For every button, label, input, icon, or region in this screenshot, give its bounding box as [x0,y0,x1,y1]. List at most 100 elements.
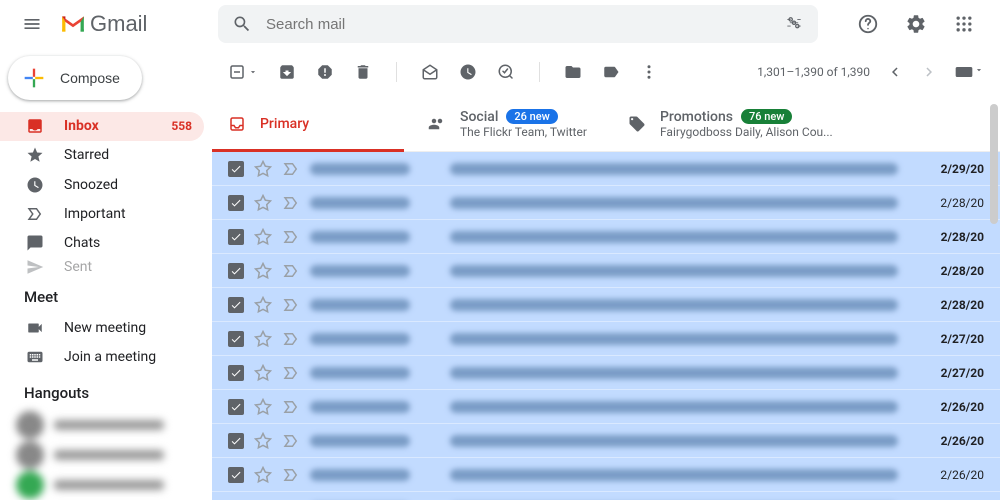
search-options-icon[interactable] [778,8,810,40]
keyboard-icon [954,65,974,79]
main-menu-button[interactable] [8,0,56,48]
nav-sent[interactable]: Sent [0,258,204,276]
important-button[interactable] [282,262,300,280]
hangout-contact[interactable] [16,410,196,440]
tab-label: Social [460,109,498,125]
star-button[interactable] [254,466,272,484]
subject [450,265,898,277]
nav-snoozed[interactable]: Snoozed [0,170,204,199]
star-button[interactable] [254,194,272,212]
new-meeting[interactable]: New meeting [0,314,204,343]
nav-chats[interactable]: Chats [0,228,204,257]
sender [310,469,410,481]
row-checkbox[interactable] [228,467,244,483]
apps-button[interactable] [944,4,984,44]
row-checkbox[interactable] [228,195,244,211]
important-button[interactable] [282,330,300,348]
important-button[interactable] [282,228,300,246]
email-row[interactable]: 2/29/20 [212,152,1000,186]
row-checkbox[interactable] [228,297,244,313]
hangout-contact[interactable] [16,470,196,500]
star-outline-icon [254,262,272,280]
nav-important[interactable]: Important [0,199,204,228]
mark-read-button[interactable] [421,63,439,81]
spam-icon [316,63,334,81]
row-checkbox[interactable] [228,263,244,279]
email-row[interactable]: 2/28/20 [212,254,1000,288]
important-button[interactable] [282,160,300,178]
important-button[interactable] [282,296,300,314]
star-outline-icon [254,364,272,382]
move-button[interactable] [564,63,582,81]
important-button[interactable] [282,432,300,450]
email-list[interactable]: 2/29/20 2/28/20 2/28/20 2/28/20 2/28/20 … [212,152,1000,500]
scrollbar[interactable] [988,48,1000,500]
row-checkbox[interactable] [228,161,244,177]
delete-button[interactable] [354,63,372,81]
star-button[interactable] [254,364,272,382]
row-checkbox[interactable] [228,365,244,381]
prev-page-button[interactable] [886,63,904,81]
input-tools-button[interactable] [954,65,984,79]
search-icon[interactable] [226,8,258,40]
logo[interactable]: Gmail [56,11,208,37]
nav-label: Chats [64,235,192,251]
star-button[interactable] [254,160,272,178]
search-bar[interactable] [218,5,818,43]
email-row[interactable]: 2/26/20 [212,458,1000,492]
email-row[interactable]: 2/28/20 [212,288,1000,322]
search-input[interactable] [258,16,778,33]
email-row[interactable]: 2/27/20 [212,322,1000,356]
email-row[interactable]: 2/26/20 [212,390,1000,424]
star-outline-icon [254,228,272,246]
more-button[interactable] [640,63,658,81]
email-row[interactable]: 2/26/20 [212,492,1000,500]
join-meeting[interactable]: Join a meeting [0,343,204,372]
settings-button[interactable] [896,4,936,44]
select-all[interactable] [228,63,258,81]
row-checkbox[interactable] [228,433,244,449]
nav-inbox[interactable]: Inbox 558 [0,112,204,141]
star-button[interactable] [254,262,272,280]
tab-promotions[interactable]: Promotions 76 new Fairygodboss Daily, Al… [612,96,849,151]
important-button[interactable] [282,398,300,416]
labels-button[interactable] [602,63,620,81]
spam-button[interactable] [316,63,334,81]
star-button[interactable] [254,432,272,450]
tab-primary[interactable]: Primary [212,96,412,151]
archive-button[interactable] [278,63,296,81]
star-button[interactable] [254,398,272,416]
inbox-icon [228,115,246,133]
sidebar: Compose Inbox 558 Starred Snoozed Import… [0,48,212,500]
row-checkbox[interactable] [228,229,244,245]
star-button[interactable] [254,296,272,314]
email-date: 2/29/20 [928,162,984,176]
important-button[interactable] [282,466,300,484]
add-task-button[interactable] [497,63,515,81]
compose-button[interactable]: Compose [8,56,142,100]
subject [450,299,898,311]
row-checkbox[interactable] [228,399,244,415]
important-outline-icon [282,194,300,212]
sender [310,163,410,175]
snooze-button[interactable] [459,63,477,81]
email-row[interactable]: 2/28/20 [212,186,1000,220]
scrollbar-thumb[interactable] [990,104,998,224]
star-button[interactable] [254,228,272,246]
email-row[interactable]: 2/27/20 [212,356,1000,390]
email-row[interactable]: 2/26/20 [212,424,1000,458]
nav-label: Join a meeting [64,349,192,365]
row-checkbox[interactable] [228,331,244,347]
important-button[interactable] [282,194,300,212]
next-page-button[interactable] [920,63,938,81]
email-row[interactable]: 2/28/20 [212,220,1000,254]
tab-social[interactable]: Social 26 new The Flickr Team, Twitter [412,96,612,151]
important-outline-icon [282,330,300,348]
task-icon [497,63,515,81]
star-button[interactable] [254,330,272,348]
important-outline-icon [282,432,300,450]
important-button[interactable] [282,364,300,382]
hangout-contact[interactable] [16,440,196,470]
nav-starred[interactable]: Starred [0,141,204,170]
support-button[interactable] [848,4,888,44]
